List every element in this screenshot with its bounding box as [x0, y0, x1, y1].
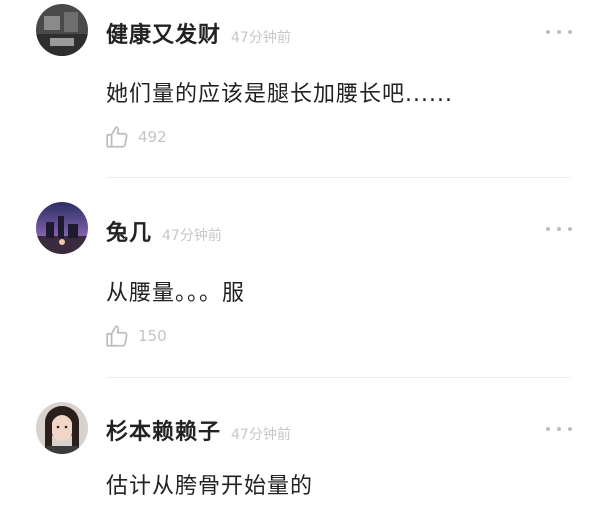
avatar[interactable]	[36, 202, 88, 254]
like-count: 492	[138, 128, 167, 146]
timestamp: 47分钟前	[231, 427, 291, 443]
comment-list: 健康又发财 47分钟前 她们量的应该是腿长加腰长吧...... 492 兔几 4…	[0, 0, 600, 520]
comment-item: 健康又发财 47分钟前 她们量的应该是腿长加腰长吧...... 492	[0, 0, 600, 178]
username-text[interactable]: 杉本赖赖子	[106, 420, 221, 445]
timestamp: 47分钟前	[231, 30, 291, 46]
username-text[interactable]: 兔几	[106, 221, 152, 246]
more-dots-icon[interactable]	[546, 424, 572, 434]
username[interactable]: 兔几 47分钟前	[106, 215, 222, 247]
more-dots-icon[interactable]	[546, 27, 572, 37]
username[interactable]: 杉本赖赖子 47分钟前	[106, 414, 291, 446]
comment-text: 从腰量。。。服	[106, 281, 246, 306]
timestamp: 47分钟前	[162, 228, 222, 244]
like-count: 150	[138, 327, 167, 345]
comment-text: 她们量的应该是腿长加腰长吧......	[106, 82, 453, 107]
avatar[interactable]	[36, 4, 88, 56]
like-button[interactable]: 492	[104, 124, 167, 150]
username-text[interactable]: 健康又发财	[106, 23, 221, 48]
comment-text: 估计从胯骨开始量的	[106, 474, 314, 499]
comment-item: 兔几 47分钟前 从腰量。。。服 150	[0, 178, 600, 378]
more-dots-icon[interactable]	[546, 224, 572, 234]
comment-item: 杉本赖赖子 47分钟前 估计从胯骨开始量的	[0, 378, 600, 520]
thumbs-up-icon	[106, 325, 128, 347]
like-button[interactable]: 150	[104, 323, 167, 349]
avatar[interactable]	[36, 402, 88, 454]
username[interactable]: 健康又发财 47分钟前	[106, 17, 291, 49]
thumbs-up-icon	[106, 126, 128, 148]
